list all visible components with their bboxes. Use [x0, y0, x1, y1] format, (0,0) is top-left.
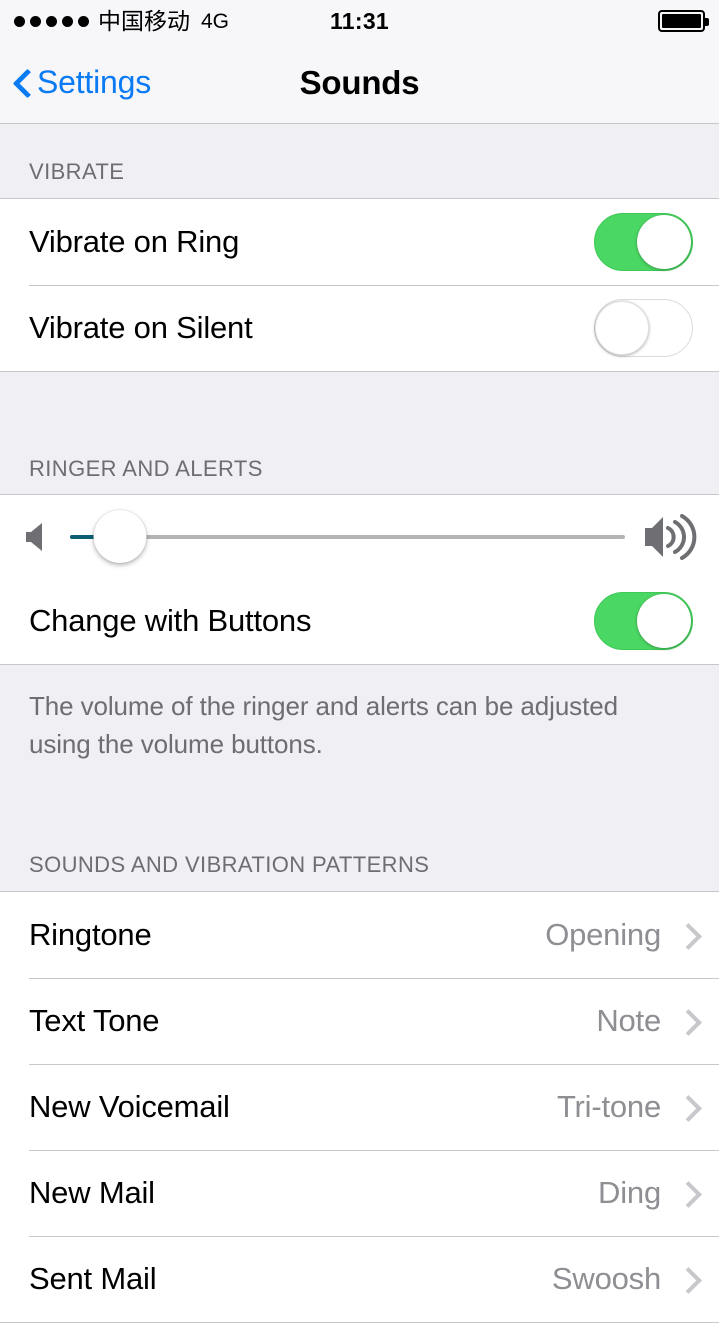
- row-accessory: Ding: [598, 1175, 693, 1211]
- chevron-right-icon: [679, 923, 693, 947]
- volume-slider[interactable]: [70, 510, 625, 563]
- row-vibrate-on-ring[interactable]: Vibrate on Ring: [0, 199, 719, 285]
- row-label: Vibrate on Ring: [29, 224, 240, 259]
- row-label: Change with Buttons: [29, 603, 312, 638]
- toggle-vibrate-on-silent[interactable]: [594, 299, 693, 357]
- status-bar: 中国移动 4G 11:31: [0, 0, 719, 42]
- section-header-sounds-and-vibration-patterns: SOUNDS AND VIBRATION PATTERNS: [0, 819, 719, 891]
- row-value: Swoosh: [551, 1261, 661, 1296]
- row-accessory: Opening: [545, 917, 693, 953]
- phone-screen: 中国移动 4G 11:31 Settings Sounds VIBRATE Vi…: [0, 0, 719, 1323]
- row-new-voicemail[interactable]: New Voicemail Tri-tone: [0, 1064, 719, 1150]
- section-header-vibrate: VIBRATE: [0, 124, 719, 198]
- row-sent-mail[interactable]: Sent Mail Swoosh: [0, 1236, 719, 1322]
- row-value: Note: [596, 1003, 661, 1038]
- row-value: Opening: [545, 917, 661, 952]
- ringer-footer-note: The volume of the ringer and alerts can …: [0, 665, 719, 763]
- row-accessory: Tri-tone: [557, 1089, 693, 1125]
- section-gap: [0, 763, 719, 819]
- row-label: Ringtone: [29, 917, 152, 952]
- section-header-ringer-and-alerts: RINGER AND ALERTS: [0, 372, 719, 494]
- speaker-low-icon: [26, 522, 42, 551]
- row-ringtone[interactable]: Ringtone Opening: [0, 892, 719, 978]
- row-label: Text Tone: [29, 1003, 160, 1038]
- toggle-change-with-buttons[interactable]: [594, 592, 693, 650]
- row-label: New Voicemail: [29, 1089, 230, 1124]
- toggle-vibrate-on-ring[interactable]: [594, 213, 693, 271]
- battery-icon: [658, 10, 709, 32]
- slider-track: [70, 534, 625, 539]
- back-button-label: Settings: [37, 64, 152, 100]
- sounds-patterns-group: Ringtone Opening Text Tone Note New Voic…: [0, 891, 719, 1323]
- back-button[interactable]: Settings: [0, 64, 151, 101]
- ringer-group: Change with Buttons: [0, 494, 719, 665]
- row-accessory: [594, 213, 693, 271]
- row-label: New Mail: [29, 1175, 155, 1210]
- speaker-high-icon: [645, 513, 697, 560]
- row-accessory: Note: [596, 1003, 693, 1039]
- chevron-right-icon: [679, 1181, 693, 1205]
- row-value: Ding: [598, 1175, 661, 1210]
- vibrate-group: Vibrate on Ring Vibrate on Silent: [0, 198, 719, 372]
- navigation-bar: Settings Sounds: [0, 42, 719, 124]
- row-change-with-buttons[interactable]: Change with Buttons: [0, 578, 719, 664]
- row-text-tone[interactable]: Text Tone Note: [0, 978, 719, 1064]
- clock-label: 11:31: [329, 7, 390, 34]
- chevron-right-icon: [679, 1009, 693, 1033]
- row-vibrate-on-silent[interactable]: Vibrate on Silent: [0, 285, 719, 371]
- chevron-left-icon: [14, 69, 30, 97]
- chevron-right-icon: [679, 1267, 693, 1291]
- row-label: Sent Mail: [29, 1261, 157, 1296]
- row-new-mail[interactable]: New Mail Ding: [0, 1150, 719, 1236]
- slider-thumb[interactable]: [93, 510, 147, 563]
- row-accessory: [594, 592, 693, 650]
- row-ringer-volume: [0, 495, 719, 578]
- chevron-right-icon: [679, 1095, 693, 1119]
- row-value: Tri-tone: [556, 1089, 661, 1124]
- row-accessory: Swoosh: [552, 1261, 693, 1297]
- row-accessory: [594, 299, 693, 357]
- status-bar-right: [658, 10, 709, 32]
- row-label: Vibrate on Silent: [29, 310, 253, 345]
